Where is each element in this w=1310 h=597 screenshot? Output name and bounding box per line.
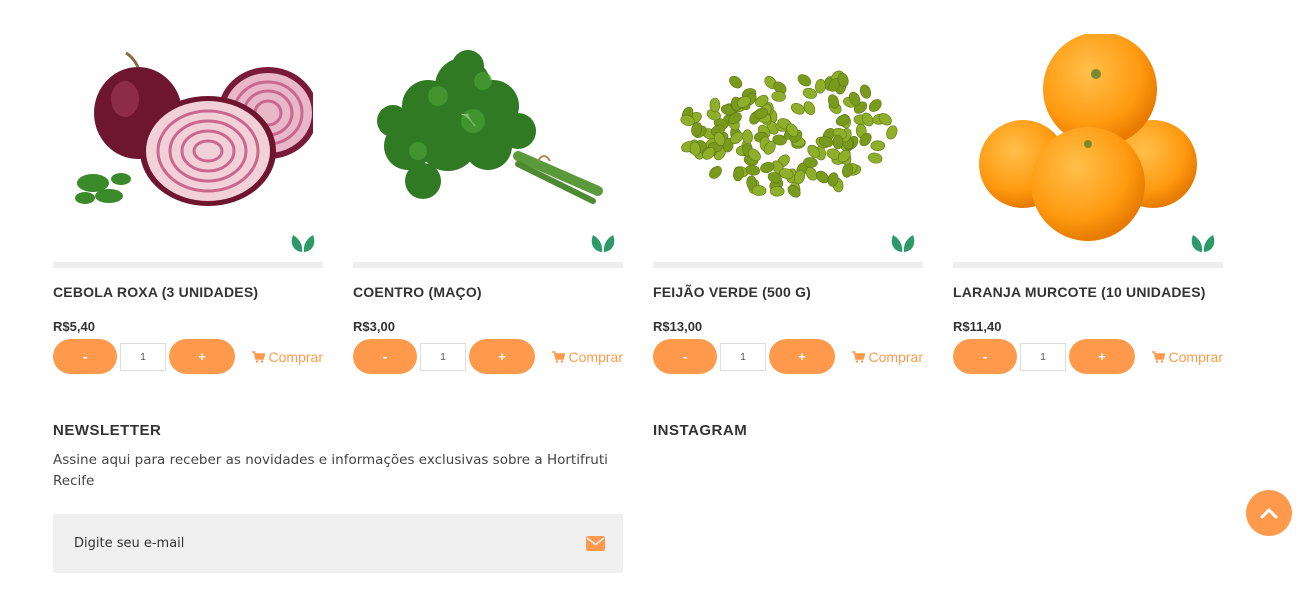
leaf-icon [891, 235, 915, 252]
product-name[interactable]: COENTRO (MAÇO) [353, 284, 482, 300]
quantity-stepper: - + Comprar [653, 339, 923, 374]
product-card: LARANJA MURCOTE (10 UNIDADES) R$11,40 - … [953, 0, 1223, 380]
product-name[interactable]: FEIJÃO VERDE (500 G) [653, 284, 811, 300]
card-divider [953, 262, 1223, 268]
cart-icon [551, 350, 565, 363]
green-beans-image[interactable] [653, 0, 923, 262]
buy-label: Comprar [1168, 348, 1223, 365]
product-card: CEBOLA ROXA (3 UNIDADES) R$5,40 - + Comp… [53, 0, 323, 380]
quantity-input[interactable] [120, 343, 166, 371]
quantity-stepper: - + Comprar [953, 339, 1223, 374]
buy-label: Comprar [868, 348, 923, 365]
leaf-icon [591, 235, 615, 252]
coriander-image[interactable] [353, 0, 623, 262]
product-card: FEIJÃO VERDE (500 G) R$13,00 - + Comprar [653, 0, 923, 380]
decrease-button[interactable]: - [53, 339, 117, 374]
buy-label: Comprar [268, 348, 323, 365]
buy-button[interactable]: Comprar [551, 339, 623, 374]
product-price: R$11,40 [953, 319, 1002, 334]
card-divider [353, 262, 623, 268]
product-name[interactable]: CEBOLA ROXA (3 UNIDADES) [53, 284, 258, 300]
product-grid: CEBOLA ROXA (3 UNIDADES) R$5,40 - + Comp… [53, 0, 1223, 380]
increase-button[interactable]: + [769, 339, 835, 374]
product-price: R$3,00 [353, 319, 395, 334]
decrease-button[interactable]: - [953, 339, 1017, 374]
tangerine-image[interactable] [953, 0, 1223, 262]
newsletter-title: NEWSLETTER [53, 422, 162, 439]
product-name[interactable]: LARANJA MURCOTE (10 UNIDADES) [953, 284, 1206, 300]
buy-button[interactable]: Comprar [251, 339, 323, 374]
instagram-title: INSTAGRAM [653, 422, 748, 439]
card-divider [53, 262, 323, 268]
leaf-icon [1191, 235, 1215, 252]
instagram-section: INSTAGRAM [653, 422, 747, 439]
envelope-icon[interactable] [586, 536, 605, 551]
quantity-stepper: - + Comprar [353, 339, 623, 374]
quantity-input[interactable] [420, 343, 466, 371]
quantity-input[interactable] [720, 343, 766, 371]
cart-icon [1151, 350, 1165, 363]
newsletter-form [53, 514, 623, 573]
increase-button[interactable]: + [469, 339, 535, 374]
buy-button[interactable]: Comprar [851, 339, 923, 374]
buy-label: Comprar [568, 348, 623, 365]
red-onion-image[interactable] [53, 0, 323, 262]
card-divider [653, 262, 923, 268]
email-input[interactable] [53, 514, 573, 573]
decrease-button[interactable]: - [353, 339, 417, 374]
quantity-input[interactable] [1020, 343, 1066, 371]
decrease-button[interactable]: - [653, 339, 717, 374]
increase-button[interactable]: + [169, 339, 235, 374]
cart-icon [851, 350, 865, 363]
increase-button[interactable]: + [1069, 339, 1135, 374]
quantity-stepper: - + Comprar [53, 339, 323, 374]
product-price: R$5,40 [53, 319, 95, 334]
scroll-top-button[interactable] [1246, 490, 1292, 536]
product-price: R$13,00 [653, 319, 703, 334]
cart-icon [251, 350, 265, 363]
product-card: COENTRO (MAÇO) R$3,00 - + Comprar [353, 0, 623, 380]
newsletter-section: NEWSLETTER Assine aqui para receber as n… [53, 422, 623, 573]
buy-button[interactable]: Comprar [1151, 339, 1223, 374]
leaf-icon [291, 235, 315, 252]
chevron-up-icon [1260, 508, 1278, 519]
newsletter-description: Assine aqui para receber as novidades e … [53, 452, 608, 489]
